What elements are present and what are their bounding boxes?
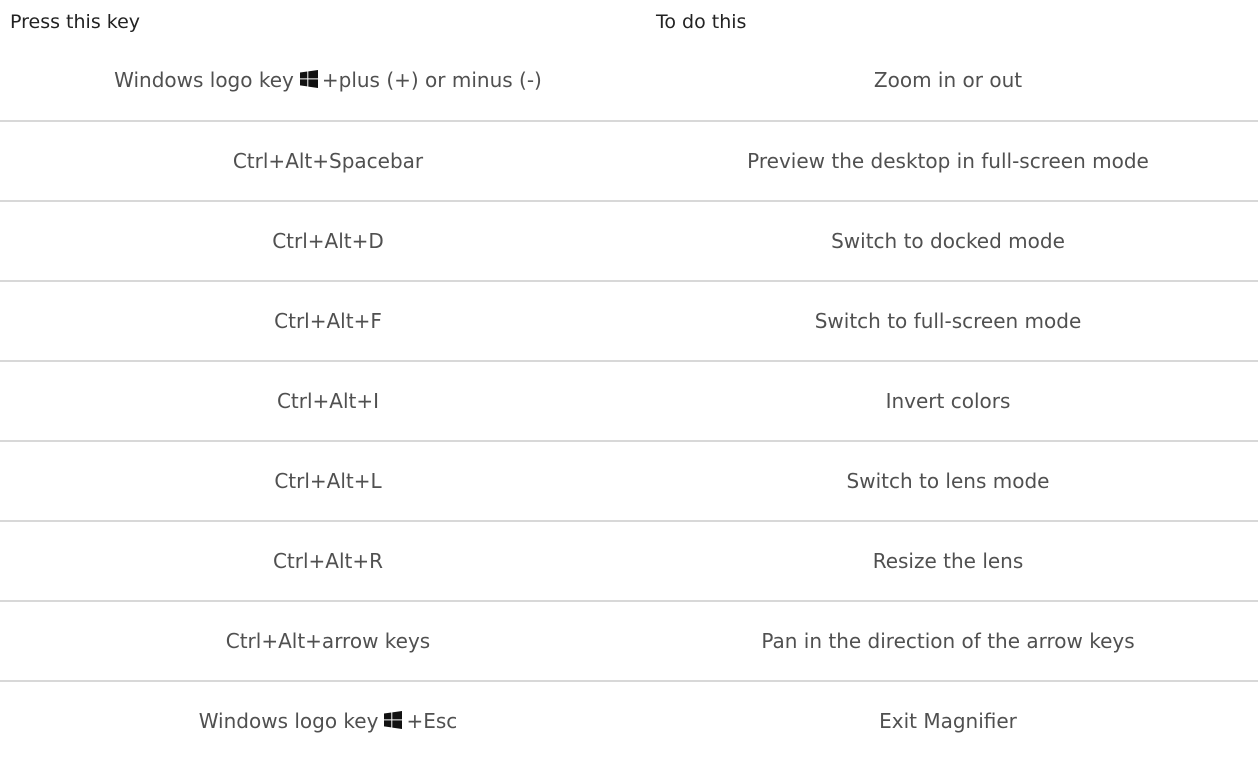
column-header-key: Press this key xyxy=(10,11,141,33)
table-row: Windows logo key +plus (+) or minus (-) Z… xyxy=(0,40,1258,120)
table-row: Ctrl+Alt+I Invert colors xyxy=(0,360,1258,440)
action-cell: Invert colors xyxy=(885,389,1011,413)
action-cell: Resize the lens xyxy=(872,549,1024,573)
action-cell: Switch to docked mode xyxy=(831,229,1065,253)
key-cell: Ctrl+Alt+L xyxy=(274,469,382,493)
table-header: Press this key To do this xyxy=(0,0,1258,40)
windows-logo-icon xyxy=(384,711,403,729)
table-row: Ctrl+Alt+R Resize the lens xyxy=(0,520,1258,600)
table-row: Ctrl+Alt+L Switch to lens mode xyxy=(0,440,1258,520)
key-cell: Windows logo key +Esc xyxy=(0,708,646,734)
table-row: Ctrl+Alt+Spacebar Preview the desktop in… xyxy=(0,120,1258,200)
key-cell: Ctrl+Alt+Spacebar xyxy=(232,149,424,173)
table-row: Ctrl+Alt+D Switch to docked mode xyxy=(0,200,1258,280)
key-cell: Ctrl+Alt+I xyxy=(276,389,380,413)
column-header-action: To do this xyxy=(656,11,747,33)
key-cell: Ctrl+Alt+F xyxy=(274,309,382,333)
table-row: Windows logo key +Esc Exit Magnifier xyxy=(0,680,1258,760)
action-cell: Switch to full-screen mode xyxy=(814,309,1082,333)
windows-logo-icon xyxy=(299,70,318,88)
action-cell: Pan in the direction of the arrow keys xyxy=(761,629,1135,653)
key-text: Windows logo key xyxy=(114,68,294,92)
table-row: Ctrl+Alt+F Switch to full-screen mode xyxy=(0,280,1258,360)
shortcut-table: Press this key To do this Windows logo k… xyxy=(0,0,1258,760)
action-cell: Zoom in or out xyxy=(873,68,1023,92)
key-cell: Ctrl+Alt+R xyxy=(272,549,384,573)
key-cell: Ctrl+Alt+D xyxy=(272,229,384,253)
table-row: Ctrl+Alt+arrow keys Pan in the direction… xyxy=(0,600,1258,680)
key-text: Windows logo key xyxy=(198,709,379,733)
action-cell: Preview the desktop in full-screen mode xyxy=(747,149,1149,173)
key-text-suffix: +Esc xyxy=(406,709,458,733)
action-cell: Switch to lens mode xyxy=(846,469,1050,493)
key-text-suffix: +plus (+) or minus (-) xyxy=(321,68,542,92)
key-cell: Windows logo key +plus (+) or minus (-) xyxy=(0,67,646,93)
action-cell: Exit Magnifier xyxy=(879,709,1017,733)
key-cell: Ctrl+Alt+arrow keys xyxy=(225,629,431,653)
